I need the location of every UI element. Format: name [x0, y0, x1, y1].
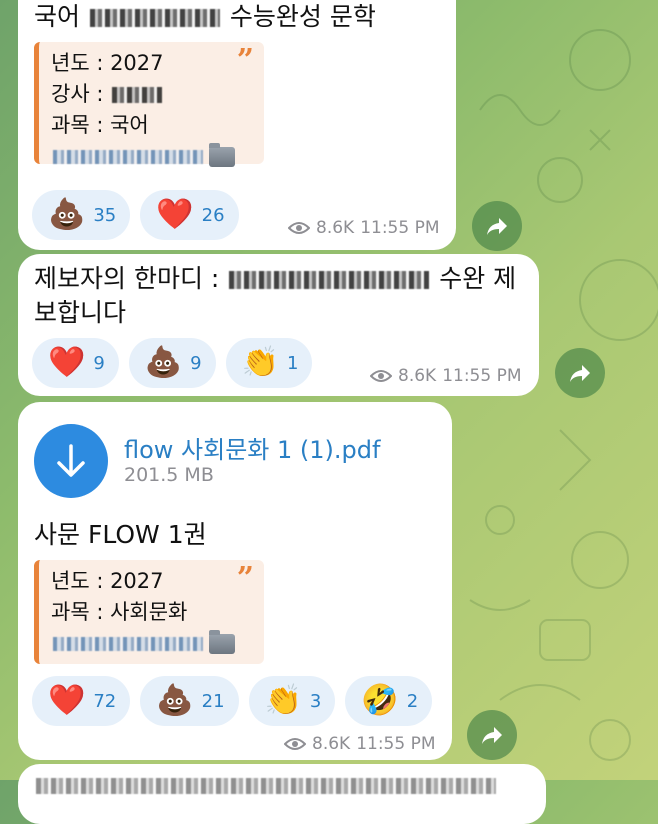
reaction-bar: 💩 35 ❤️ 26 [32, 190, 239, 240]
timestamp: 11:55 PM [360, 218, 440, 238]
message-text: 제보자의 한마디 : 수완 제 [34, 264, 517, 293]
clap-emoji-icon: 👏 [241, 345, 279, 380]
reaction-heart[interactable]: ❤️ 26 [140, 190, 239, 240]
file-name[interactable]: flow 사회문화 1 (1).pdf [124, 430, 380, 465]
quote-line: 년도 : 2027 [51, 569, 164, 593]
view-count: 8.6K [398, 366, 437, 386]
reaction-heart[interactable]: ❤️ 9 [32, 338, 119, 388]
poop-emoji-icon: 💩 [48, 197, 86, 232]
reaction-clap[interactable]: 👏 3 [248, 676, 336, 726]
message-bubble[interactable] [18, 764, 546, 824]
timestamp: 11:55 PM [442, 366, 522, 386]
eye-icon [288, 221, 310, 235]
clap-emoji-icon: 👏 [264, 683, 302, 718]
message-meta: 8.6K 11:55 PM [288, 218, 440, 238]
reaction-bar: ❤️ 9 💩 9 👏 1 [32, 338, 313, 388]
download-button[interactable] [34, 424, 108, 498]
quote-block: ” 년도 : 2027 과목 : 사회문화 [34, 560, 264, 664]
reaction-clap[interactable]: 👏 1 [225, 338, 313, 388]
quote-line: 과목 : 국어 [51, 113, 149, 137]
share-button[interactable] [472, 201, 522, 251]
view-count: 8.6K [316, 218, 355, 238]
redacted-text [89, 9, 220, 27]
reaction-poop[interactable]: 💩 9 [128, 338, 216, 388]
redacted-link [53, 637, 203, 651]
message-title: 국어 수능완성 문학 [34, 2, 376, 31]
share-arrow-icon [482, 727, 502, 744]
heart-emoji-icon: ❤️ [156, 197, 194, 232]
quote-line: 강사 : [51, 79, 252, 110]
quote-line: 과목 : 사회문화 [51, 600, 188, 624]
quote-link-line[interactable] [51, 628, 252, 659]
share-button[interactable] [467, 710, 517, 760]
eye-icon [284, 737, 306, 751]
reaction-bar: ❤️ 72 💩 21 👏 3 🤣 2 [32, 676, 433, 726]
poop-emoji-icon: 💩 [156, 683, 194, 718]
quote-link-line[interactable] [51, 141, 252, 172]
eye-icon [370, 369, 392, 383]
quote-mark-icon: ” [236, 561, 254, 596]
rofl-emoji-icon: 🤣 [361, 683, 399, 718]
message-bubble[interactable]: 제보자의 한마디 : 수완 제 보합니다 ❤️ 9 💩 9 👏 1 8.6K 11:5… [18, 254, 539, 396]
message-meta: 8.6K 11:55 PM [370, 366, 522, 386]
folder-icon [209, 143, 235, 167]
timestamp: 11:55 PM [356, 734, 436, 754]
cutoff-text [36, 778, 496, 794]
file-size: 201.5 MB [124, 464, 214, 486]
reaction-poop[interactable]: 💩 35 [32, 190, 131, 240]
redacted-text [229, 271, 430, 289]
download-arrow-icon [57, 444, 85, 477]
message-meta: 8.6K 11:55 PM [284, 734, 436, 754]
message-bubble[interactable]: flow 사회문화 1 (1).pdf 201.5 MB 사문 FLOW 1권 … [18, 402, 452, 760]
message-bubble[interactable]: 국어 수능완성 문학 ” 년도 : 2027 강사 : 과목 : 국어 💩 35 … [18, 0, 456, 250]
poop-emoji-icon: 💩 [144, 345, 183, 380]
quote-mark-icon: ” [236, 43, 254, 78]
share-arrow-icon [570, 365, 590, 382]
reaction-heart[interactable]: ❤️ 72 [32, 676, 131, 726]
message-text-cutoff [34, 768, 498, 802]
reaction-rofl[interactable]: 🤣 2 [345, 676, 433, 726]
redacted-link [53, 150, 203, 164]
quote-line: 년도 : 2027 [51, 51, 164, 75]
reaction-poop[interactable]: 💩 21 [140, 676, 239, 726]
message-caption: 사문 FLOW 1권 [34, 520, 207, 549]
heart-emoji-icon: ❤️ [48, 683, 86, 718]
quote-block: ” 년도 : 2027 강사 : 과목 : 국어 [34, 42, 264, 167]
redacted-text [112, 87, 163, 103]
folder-icon [209, 630, 235, 654]
heart-emoji-icon: ❤️ [48, 345, 86, 380]
share-button[interactable] [555, 348, 605, 398]
message-text: 보합니다 [34, 298, 127, 327]
share-arrow-icon [487, 218, 507, 235]
view-count: 8.6K [312, 734, 351, 754]
